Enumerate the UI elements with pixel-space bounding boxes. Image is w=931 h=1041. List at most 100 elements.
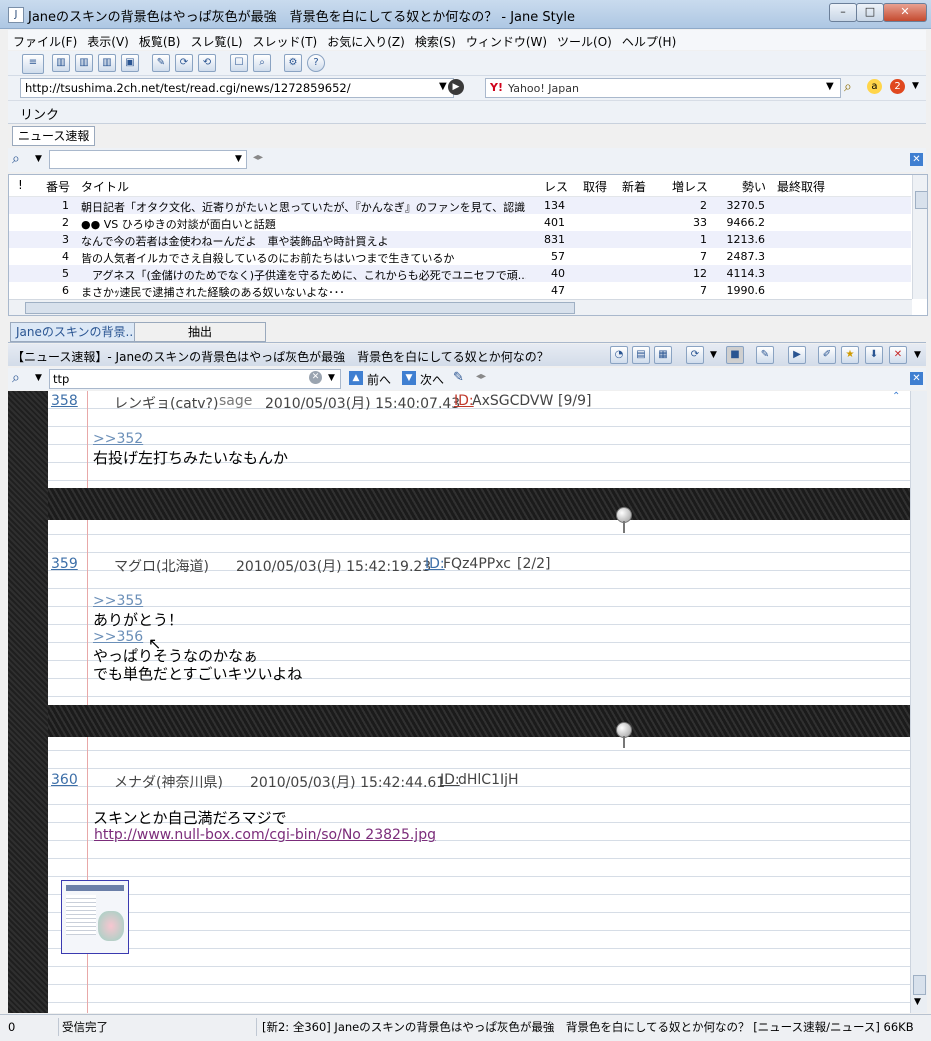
chevron-down-icon[interactable]: ▼ — [826, 81, 834, 92]
chevron-down-icon[interactable]: ▼ — [912, 81, 919, 91]
reply-anchor[interactable]: >>355 — [93, 593, 143, 609]
find-icon[interactable]: ⌕ — [12, 370, 20, 386]
post-id-label[interactable]: ID: — [454, 393, 474, 409]
thread-row[interactable]: 3 なんで今の若者は金使わねーんだよ 車や装飾品や時計買えよ 831 1 121… — [9, 231, 911, 248]
image-thumbnail[interactable] — [61, 880, 129, 954]
tab-extract[interactable]: 抽出 — [134, 322, 266, 342]
post-number[interactable]: 360 — [51, 772, 78, 788]
column-header-last-fetched[interactable]: 最終取得 — [777, 178, 825, 195]
refresh-all-icon[interactable]: ⟲ — [198, 54, 216, 72]
viewer-vscrollbar[interactable]: ▼ — [910, 391, 927, 1013]
find-next-button[interactable]: 次へ — [420, 371, 444, 388]
splitter-handle[interactable]: ◂▸ — [253, 152, 263, 163]
splitter-handle[interactable]: ◂▸ — [476, 371, 486, 382]
scroll-thumb[interactable] — [25, 302, 575, 314]
amazon-icon[interactable]: a — [867, 79, 882, 94]
menu-favorites[interactable]: お気に入り(Z) — [322, 30, 410, 53]
layout-1-icon[interactable]: ▥ — [52, 54, 70, 72]
image-link[interactable]: http://www.null-box.com/cgi-bin/so/No 23… — [94, 827, 436, 843]
write-icon[interactable]: ✐ — [818, 346, 836, 364]
column-header-mark[interactable]: ! — [18, 178, 23, 192]
close-icon[interactable]: ✕ — [910, 372, 923, 385]
post-id-label[interactable]: ID: — [425, 556, 445, 572]
menu-tools[interactable]: ツール(O) — [552, 30, 617, 53]
chevron-down-icon[interactable]: ▼ — [328, 373, 335, 383]
web-search-input[interactable]: Y! Yahoo! Japan ▼ — [485, 78, 841, 98]
layout-3-icon[interactable]: ▥ — [98, 54, 116, 72]
thread-row[interactable]: 5 アグネス「(金儲けのためでなく)子供達を守るために、これからも必死でユニセフ… — [9, 265, 911, 282]
chevron-down-icon[interactable]: ▼ — [235, 154, 242, 164]
document-icon[interactable]: ▤ — [632, 346, 650, 364]
post-number[interactable]: 358 — [51, 393, 78, 409]
search-go-icon[interactable]: ⌕ — [844, 79, 852, 95]
menu-help[interactable]: ヘルプ(H) — [617, 30, 681, 53]
menu-thread[interactable]: スレッド(T) — [248, 30, 323, 53]
menu-window[interactable]: ウィンドウ(W) — [461, 30, 552, 53]
save-icon[interactable]: ▦ — [654, 346, 672, 364]
maximize-button[interactable]: □ — [856, 3, 884, 22]
chevron-down-icon[interactable]: ▼ — [710, 350, 717, 360]
find-input[interactable]: ttp ✕ ▼ — [49, 369, 341, 389]
scroll-thumb[interactable] — [915, 191, 927, 209]
close-icon[interactable]: ✕ — [910, 153, 923, 166]
filter-icon[interactable]: ⌕ — [12, 151, 20, 167]
column-header-new[interactable]: 新着 — [622, 178, 646, 195]
arrow-down-icon[interactable]: ▼ — [402, 371, 416, 385]
close-thread-icon[interactable]: ✕ — [889, 346, 907, 364]
url-input[interactable]: http://tsushima.2ch.net/test/read.cgi/ne… — [20, 78, 454, 98]
tab-news[interactable]: ニュース速報 — [12, 126, 96, 146]
column-header-number[interactable]: 番号 — [46, 178, 70, 195]
minimize-button[interactable]: – — [829, 3, 857, 22]
column-header-res[interactable]: レス — [544, 178, 568, 195]
stop-icon[interactable]: ■ — [726, 346, 744, 364]
twochannel-icon[interactable]: 2 — [890, 79, 905, 94]
link-bar-label[interactable]: リンク — [20, 104, 59, 123]
favorite-star-icon[interactable]: ★ — [841, 346, 859, 364]
reply-anchor[interactable]: >>352 — [93, 431, 143, 447]
column-header-fetched[interactable]: 取得 — [583, 178, 607, 195]
board-tree-icon[interactable]: ≡ — [22, 54, 44, 74]
menu-file[interactable]: ファイル(F) — [8, 30, 82, 53]
column-header-increase[interactable]: 増レス — [672, 178, 708, 195]
reply-anchor[interactable]: >>356 — [93, 629, 143, 645]
scroll-thumb[interactable] — [913, 975, 926, 995]
close-button[interactable]: ✕ — [883, 3, 927, 22]
chevron-down-icon[interactable]: ▼ — [439, 81, 447, 92]
refresh-icon[interactable]: ⟳ — [175, 54, 193, 72]
find-prev-button[interactable]: 前へ — [367, 371, 391, 388]
go-icon[interactable]: ▶ — [448, 79, 464, 95]
chevron-down-icon[interactable]: ▼ — [35, 373, 42, 383]
column-header-momentum[interactable]: 勢い — [742, 178, 766, 195]
thread-list-hscrollbar[interactable] — [9, 299, 912, 315]
menu-boards[interactable]: 板覧(B) — [134, 30, 186, 53]
title-bar[interactable]: J Janeのスキンの背景色はやっぱ灰色が最強 背景色を白にしてる奴とか何なの？… — [0, 0, 931, 29]
search-icon[interactable]: ⌕ — [253, 54, 271, 72]
next-icon[interactable]: ▶ — [788, 346, 806, 364]
filter-input[interactable]: ▼ — [49, 150, 247, 169]
arrow-up-icon[interactable]: ▲ — [349, 371, 363, 385]
column-header-title[interactable]: タイトル — [81, 178, 129, 195]
chevron-down-icon[interactable]: ▼ — [35, 154, 42, 164]
scroll-down-icon[interactable]: ▼ — [914, 997, 921, 1007]
thread-list-vscrollbar[interactable] — [912, 175, 927, 299]
menu-thread-list[interactable]: スレ覧(L) — [185, 30, 247, 53]
chevron-down-icon[interactable]: ▼ — [914, 350, 921, 360]
menu-view[interactable]: 表示(V) — [82, 30, 134, 53]
thread-row[interactable]: 6 まさかｯ速民で逮捕された経験のある奴いないよな･･･ 47 7 1990.6 — [9, 282, 911, 299]
popup-icon[interactable]: ☐ — [230, 54, 248, 72]
post-number[interactable]: 359 — [51, 556, 78, 572]
reload-icon[interactable]: ⟳ — [686, 346, 704, 364]
thread-row[interactable]: 1 朝日記者「オタク文化、近寄りがたいと思っていたが、『かんなぎ』のファンを見て… — [9, 197, 911, 214]
highlight-pen-icon[interactable]: ✎ — [453, 370, 464, 385]
tab-active-thread[interactable]: Janeのスキンの背景... — [10, 322, 136, 342]
thread-row[interactable]: 4 皆の人気者イルカでさえ自殺しているのにお前たちはいつまで生きているか 57 … — [9, 248, 911, 265]
menu-search[interactable]: 検索(S) — [410, 30, 461, 53]
pen-icon[interactable]: ✎ — [756, 346, 774, 364]
bookmark-icon[interactable]: ⬇ — [865, 346, 883, 364]
clear-icon[interactable]: ✕ — [309, 371, 322, 384]
thread-viewer[interactable]: 358 レンギョ(catv?) sage 2010/05/03(月) 15:40… — [8, 391, 910, 1013]
scroll-top-icon[interactable]: ⌃ — [892, 391, 900, 402]
layout-2-icon[interactable]: ▥ — [75, 54, 93, 72]
layout-4-icon[interactable]: ▣ — [121, 54, 139, 72]
help-icon[interactable]: ? — [307, 54, 325, 72]
